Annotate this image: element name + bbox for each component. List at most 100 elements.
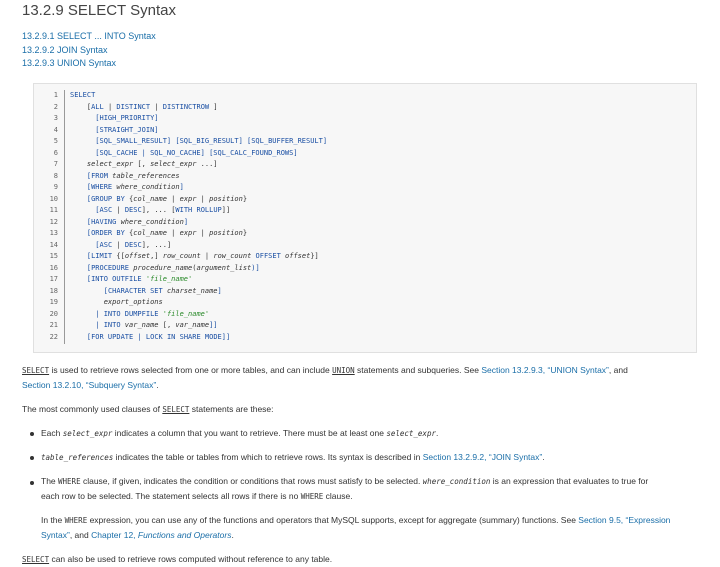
code-line: | INTO DUMPFILE 'file_name' (70, 309, 327, 321)
code-line: [ORDER BY {col_name | expr | position} (70, 228, 327, 240)
keyword: INTO OUTFILE (91, 275, 142, 283)
placeholder-token: procedure_name (133, 263, 193, 272)
code-token: [ (70, 263, 92, 272)
link-subquery-syntax[interactable]: Section 13.2.10, “Subquery Syntax” (22, 380, 156, 390)
text: . (435, 428, 439, 438)
toc-link-join[interactable]: 13.2.9.2 JOIN Syntax (22, 44, 156, 58)
code-token: [ (70, 229, 92, 237)
keyword: GROUP BY (91, 194, 125, 203)
code-block: 1 2 3 4 5 6 7 8 9 10 11 12 13 14 15 16 1… (33, 83, 697, 353)
link-union-syntax[interactable]: Section 13.2.9.3, “UNION Syntax” (481, 365, 609, 375)
code-token: | (166, 194, 180, 203)
text: Each (41, 428, 63, 438)
code-token: )] (251, 263, 260, 272)
link-expression-syntax[interactable]: Section 9.5, “Expression (578, 515, 670, 525)
code-token: ] (217, 286, 222, 295)
text: In the (41, 515, 65, 525)
code-token: [ (70, 194, 92, 203)
code-token: ,] (150, 252, 163, 260)
text: is used to retrieve rows selected from o… (49, 365, 333, 375)
keyword: [SQL_SMALL_RESULT] [SQL_BIG_RESULT] [SQL… (70, 137, 328, 145)
line-number: 3 (53, 114, 58, 122)
keyword: LIMIT (91, 252, 113, 260)
text: can also be used to retrieve rows comput… (49, 554, 333, 564)
code-token: | (112, 240, 125, 249)
toc-link-select-into[interactable]: 13.2.9.1 SELECT ... INTO Syntax (22, 30, 156, 44)
line-number: 7 (53, 160, 58, 168)
placeholder-token: col_name (133, 229, 167, 237)
line-number: 21 (49, 321, 58, 329)
code-token: | (166, 229, 180, 237)
code-token: ], ...] (141, 240, 172, 249)
code-line: [CHARACTER SET charset_name] (70, 286, 327, 298)
line-number: 4 (53, 125, 58, 134)
code-line: [HIGH_PRIORITY] (70, 113, 327, 125)
link-chapter-12[interactable]: Chapter 12, Functions and Operators (91, 530, 231, 540)
line-number: 22 (49, 332, 58, 341)
code-term: table_references (41, 453, 114, 462)
code-token: [ (70, 286, 108, 295)
placeholder-token: offset (285, 252, 311, 260)
placeholder-token: charset_name (166, 286, 218, 295)
code-token: { (124, 194, 134, 203)
line-number: 1 (53, 91, 58, 99)
where-expression-note: In the WHERE expression, you can use any… (41, 513, 701, 543)
placeholder-token: argument_list (196, 263, 252, 272)
toc-link-union[interactable]: 13.2.9.3 UNION Syntax (22, 57, 156, 71)
code-term: select_expr (386, 429, 436, 438)
text: . (542, 452, 545, 462)
line-number: 2 (53, 102, 58, 111)
code-token: [ (70, 183, 92, 191)
code-token: }] (310, 252, 319, 260)
line-number: 8 (53, 171, 58, 180)
placeholder-token: select_expr (150, 160, 197, 168)
gutter-divider (64, 90, 65, 344)
keyword: ORDER BY (91, 229, 125, 237)
bullet (30, 481, 34, 485)
bullet (30, 456, 34, 460)
code-token: | (196, 229, 210, 237)
bullet-where: The WHERE clause, if given, indicates th… (41, 474, 701, 504)
placeholder-token: offset (124, 252, 151, 260)
line-numbers: 1 2 3 4 5 6 7 8 9 10 11 12 13 14 15 16 1… (34, 90, 58, 343)
code-token: | (133, 332, 146, 341)
line-number: 9 (53, 183, 58, 191)
text: . (156, 380, 159, 390)
keyword: DISTINCTROW (162, 102, 210, 111)
code-line: [FROM table_references (70, 171, 327, 183)
code-line: [HAVING where_condition] (70, 217, 327, 229)
line-number: 13 (49, 229, 58, 237)
bullet-table-references: table_references indicates the table or … (41, 450, 701, 465)
line-number: 10 (49, 194, 58, 203)
code-line: [STRAIGHT_JOIN] (70, 125, 327, 137)
link-join-syntax[interactable]: Section 13.2.9.2, “JOIN Syntax” (423, 452, 543, 462)
code-token: } (242, 229, 248, 237)
text: expression, you can use any of the funct… (87, 515, 579, 525)
code-token: [ (70, 252, 92, 260)
page-title: 13.2.9 SELECT Syntax (22, 2, 176, 19)
code-token: ...] (196, 160, 218, 168)
code-token: [ (70, 171, 92, 180)
select-keyword: SELECT (22, 366, 50, 375)
section-toc: 13.2.9.1 SELECT ... INTO Syntax 13.2.9.2… (22, 30, 156, 71)
keyword: DESC (124, 240, 142, 249)
placeholder-token: export_options (103, 298, 163, 306)
code-token: [ (70, 217, 92, 226)
text: , and (69, 530, 92, 540)
select-keyword: SELECT (162, 405, 190, 414)
text: The most commonly used clauses of (22, 404, 163, 414)
keyword: ASC (99, 206, 113, 214)
code-term: select_expr (62, 429, 113, 438)
code-line: [ASC | DESC], ... [WITH ROLLUP]] (70, 205, 327, 217)
code-token: [ (70, 206, 100, 214)
keyword: HAVING (91, 217, 117, 226)
link-expression-syntax-cont[interactable]: Syntax” (41, 530, 70, 540)
line-number: 5 (53, 137, 58, 145)
placeholder-token: select_expr (86, 160, 134, 168)
where-keyword: WHERE (300, 492, 324, 501)
code-line: | INTO var_name [, var_name]] (70, 320, 327, 332)
placeholder-token: where_condition (120, 217, 184, 226)
clauses-intro: The most commonly used clauses of SELECT… (22, 402, 274, 417)
code-token: [, (133, 160, 151, 168)
